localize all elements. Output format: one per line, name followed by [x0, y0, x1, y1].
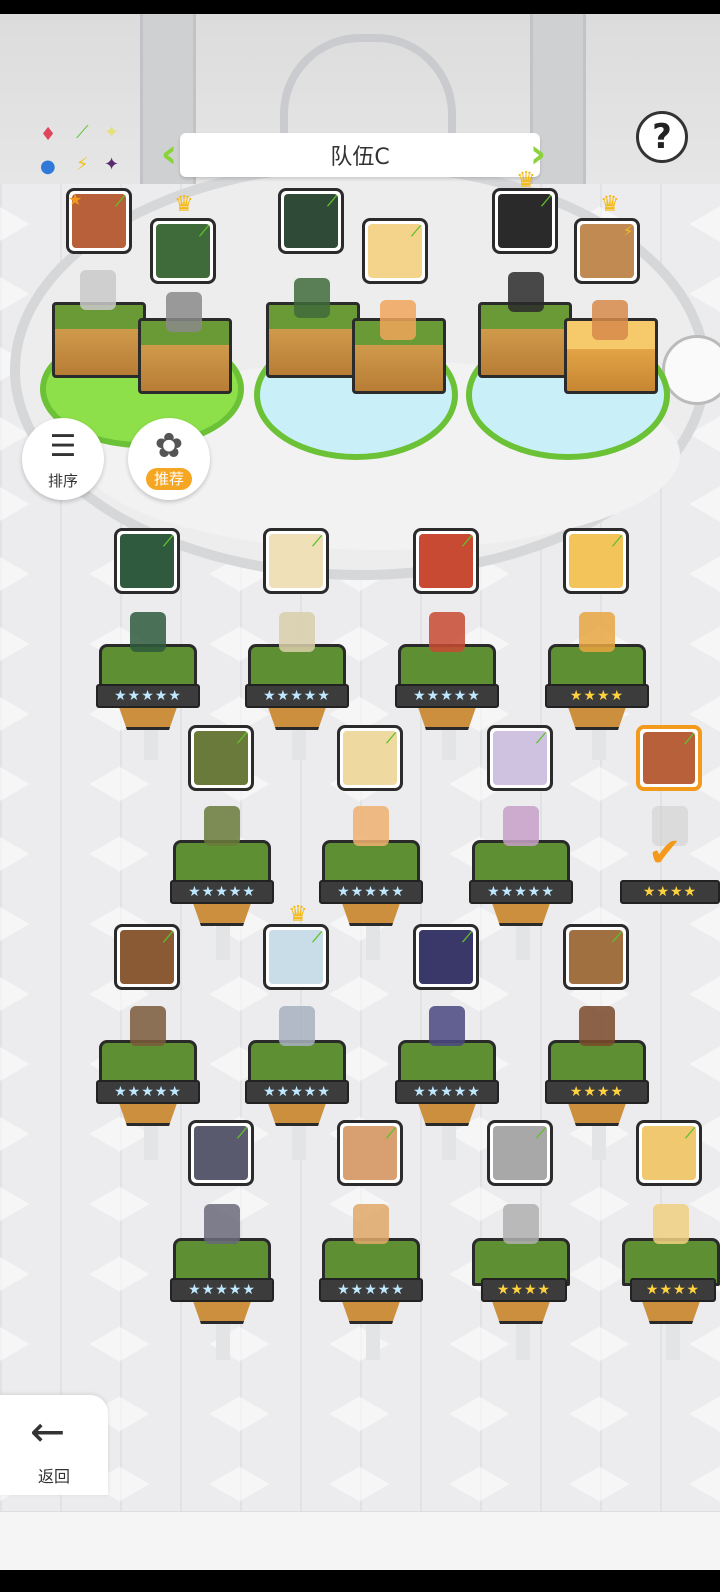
- crown-icon: ♛: [288, 902, 308, 927]
- prev-team-arrow[interactable]: ‹: [158, 132, 180, 178]
- grass-element-icon: ⟋: [536, 1126, 546, 1142]
- grass-element-icon: ⟋: [312, 534, 322, 550]
- grass-element-icon: ⟋: [536, 731, 546, 747]
- back-arrow-icon: ←: [30, 1407, 66, 1456]
- star-rating: ★★★★: [545, 684, 649, 708]
- roster-portrait[interactable]: ⟋: [263, 528, 329, 594]
- grass-element-icon: ⟋: [386, 1126, 396, 1142]
- sort-icon: ☰: [49, 429, 77, 464]
- roster-portrait[interactable]: ⟋: [636, 1120, 702, 1186]
- grass-element-icon: ⟋: [327, 194, 337, 210]
- back-label: 返回: [37, 1467, 70, 1486]
- roster-portrait[interactable]: ⟋: [337, 1120, 403, 1186]
- star-rating: ★★★★★: [319, 880, 423, 904]
- star-rating: ★★★★: [481, 1278, 567, 1302]
- star-rating: ★★★★★: [469, 880, 573, 904]
- team-block-1[interactable]: [52, 302, 146, 378]
- star-rating: ★★★★★: [170, 880, 274, 904]
- star-rating: ★★★★★: [96, 684, 200, 708]
- team-sprite-5: [508, 272, 544, 312]
- team-sprite-1: [80, 270, 116, 310]
- grass-element-icon: ⟋: [462, 930, 472, 946]
- star-badge-icon: ★: [68, 190, 83, 209]
- status-bar: [0, 0, 720, 14]
- recommend-button[interactable]: ✿ 推荐: [128, 418, 210, 500]
- roster-portrait[interactable]: ⟋: [114, 528, 180, 594]
- grass-element-icon: ⟋: [237, 1126, 247, 1142]
- team-portrait-6[interactable]: ⚡: [574, 218, 640, 284]
- team-sprite-2: [166, 292, 202, 332]
- recommend-label: 推荐: [146, 468, 192, 490]
- star-rating: ★★★★★: [395, 684, 499, 708]
- roster-portrait[interactable]: ⟋: [114, 924, 180, 990]
- star-rating: ★★★★★: [245, 1080, 349, 1104]
- grass-element-icon: ⟋: [163, 534, 173, 550]
- star-rating: ★★★★★: [96, 1080, 200, 1104]
- grass-element-icon: ⟋: [163, 930, 173, 946]
- team-portrait-5[interactable]: ⟋: [492, 188, 558, 254]
- sort-label: 排序: [47, 472, 78, 490]
- roster-portrait[interactable]: ⟋: [487, 1120, 553, 1186]
- help-button[interactable]: ?: [636, 111, 688, 163]
- grass-element-icon: ⟋: [462, 534, 472, 550]
- grass-element-icon: ⟋: [199, 224, 209, 240]
- back-button[interactable]: ← 返回: [0, 1395, 108, 1495]
- grass-element-icon: ⟋: [312, 930, 322, 946]
- grass-element-icon: ⟋: [386, 731, 396, 747]
- roster-portrait[interactable]: ⟋: [263, 924, 329, 990]
- crown-icon: ♛: [600, 192, 620, 217]
- grass-element-icon: ⟋: [411, 224, 421, 240]
- system-nav-bar: [0, 1570, 720, 1592]
- roster-portrait[interactable]: ⟋: [563, 528, 629, 594]
- star-rating: ★★★★★: [245, 684, 349, 708]
- star-rating: ★★★★★: [319, 1278, 423, 1302]
- bottom-bar: [0, 1511, 720, 1570]
- team-block-5[interactable]: [478, 302, 572, 378]
- light-element-icon: ⚡: [623, 224, 633, 240]
- grass-element-icon: ⟋: [685, 1126, 695, 1142]
- grass-element-icon: ⟋: [237, 731, 247, 747]
- grass-element-icon: ⟋: [612, 930, 622, 946]
- grass-element-icon: ⟋: [612, 534, 622, 550]
- team-sprite-6: [592, 300, 628, 340]
- team-sprite-4: [380, 300, 416, 340]
- grass-element-icon: ⟋: [115, 194, 125, 210]
- team-title: 队伍C: [180, 133, 540, 177]
- star-rating: ★★★★★: [395, 1080, 499, 1104]
- roster-portrait[interactable]: ⟋: [413, 924, 479, 990]
- roster-portrait[interactable]: ⟋: [188, 1120, 254, 1186]
- star-rating: ★★★★: [545, 1080, 649, 1104]
- star-rating: ★★★★: [620, 880, 720, 904]
- team-portrait-4[interactable]: ⟋: [362, 218, 428, 284]
- star-rating: ★★★★: [630, 1278, 716, 1302]
- roster-portrait[interactable]: ⟋: [337, 725, 403, 791]
- crown-icon: ♛: [174, 192, 194, 217]
- star-rating: ★★★★★: [170, 1278, 274, 1302]
- recommend-icon: ✿: [154, 426, 184, 466]
- elements-chart-icon[interactable]: ♦ ⟋ ✦ ● ⚡ ✦: [36, 122, 126, 180]
- team-sprite-3: [294, 278, 330, 318]
- roster-portrait[interactable]: ⟋: [563, 924, 629, 990]
- grass-element-icon: ⟋: [684, 732, 694, 748]
- team-portrait-3[interactable]: ⟋: [278, 188, 344, 254]
- roster-portrait[interactable]: ⟋: [413, 528, 479, 594]
- sort-button[interactable]: ☰ 排序: [22, 418, 104, 500]
- roster-portrait-selected[interactable]: ⟋: [636, 725, 702, 791]
- roster-portrait[interactable]: ⟋: [188, 725, 254, 791]
- team-portrait-2[interactable]: ⟋: [150, 218, 216, 284]
- grass-element-icon: ⟋: [541, 194, 551, 210]
- roster-portrait[interactable]: ⟋: [487, 725, 553, 791]
- selected-check-icon: ✔: [648, 830, 682, 876]
